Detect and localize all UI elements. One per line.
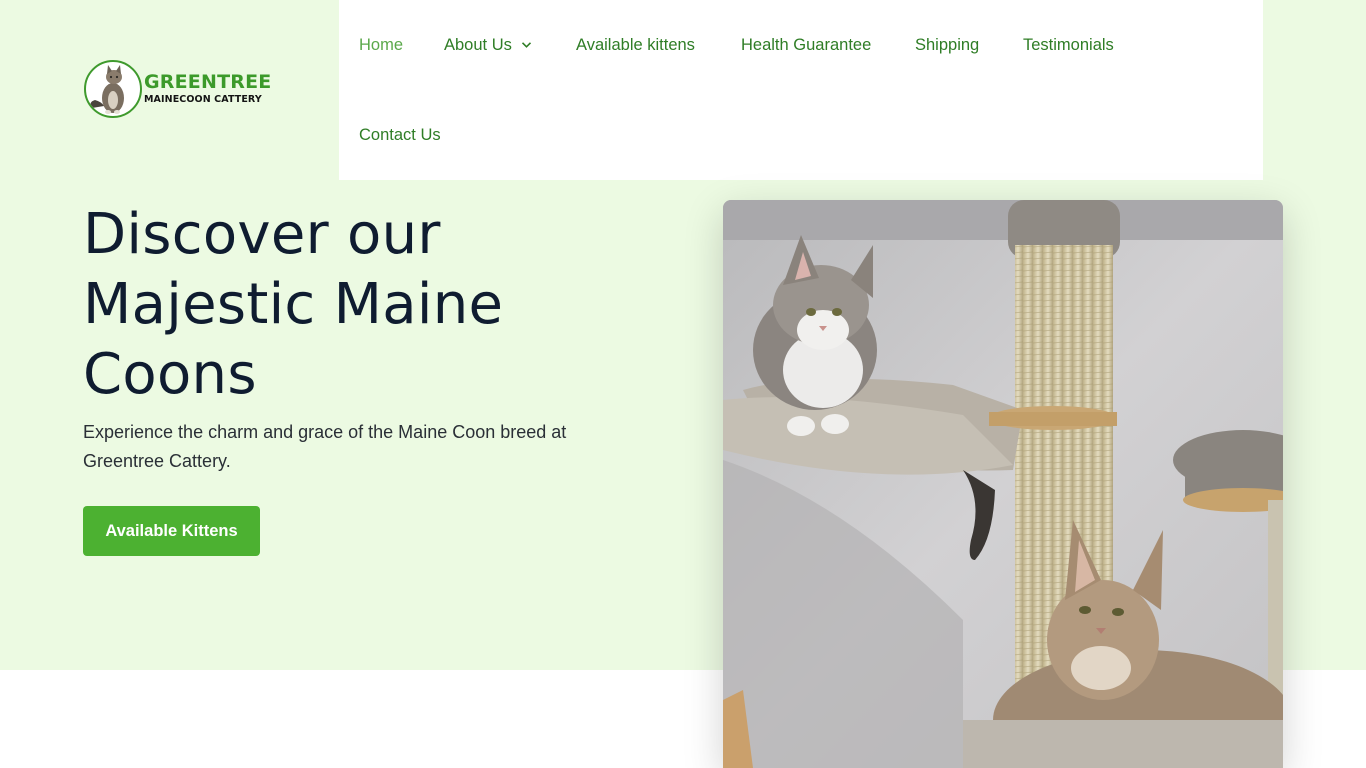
available-kittens-button[interactable]: Available Kittens: [83, 506, 260, 556]
cat-logo-icon: [84, 60, 142, 118]
site-logo[interactable]: GREENTREE MAINECOON CATTERY: [84, 60, 271, 118]
logo-subtitle: MAINECOON CATTERY: [144, 94, 262, 106]
chevron-down-icon: [521, 42, 531, 48]
hero-title-line: Coons: [83, 342, 257, 407]
hero-cats-photo: [723, 200, 1283, 768]
nav-item-available-kittens[interactable]: Available kittens: [576, 33, 695, 57]
hero-title-line: Majestic Maine: [83, 272, 504, 337]
logo-title: GREENTREE: [144, 71, 272, 94]
nav-item-home[interactable]: Home: [359, 33, 403, 57]
nav-item-shipping[interactable]: Shipping: [915, 33, 979, 57]
nav-item-testimonials[interactable]: Testimonials: [1023, 33, 1114, 57]
main-navigation: Home About Us Available kittens Health G…: [339, 0, 1263, 180]
hero-title: Discover our Majestic Maine Coons: [83, 200, 683, 410]
nav-item-label: About Us: [444, 35, 512, 54]
hero-description: Experience the charm and grace of the Ma…: [83, 422, 567, 471]
nav-item-health-guarantee[interactable]: Health Guarantee: [741, 33, 871, 57]
nav-item-about-us[interactable]: About Us: [444, 33, 532, 57]
nav-item-contact-us[interactable]: Contact Us: [359, 123, 441, 147]
hero-title-line: Discover our: [83, 202, 441, 267]
